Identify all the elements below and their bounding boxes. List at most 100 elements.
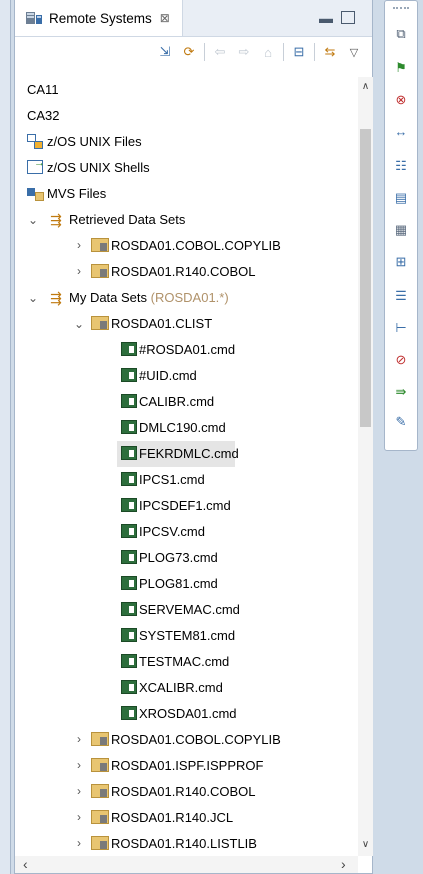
chevron-down-icon[interactable]: ⌄ [73, 317, 85, 331]
new-connection-icon[interactable]: ⇲ [155, 43, 175, 61]
member-row[interactable]: PLOG81.cmd [15, 571, 358, 597]
member-row[interactable]: IPCS1.cmd [15, 467, 358, 493]
scroll-up-icon[interactable]: ∧ [358, 81, 373, 92]
tree-row[interactable]: › ROSDA01.R140.COBOL [15, 259, 358, 285]
hierarchy-icon[interactable]: ⊢ [392, 319, 410, 337]
member-file-icon [121, 394, 137, 408]
tree-item-label: DMLC190.cmd [139, 420, 226, 435]
scrollbar-thumb[interactable] [360, 129, 371, 427]
unix-shells-icon [27, 157, 45, 174]
vertical-scrollbar[interactable]: ∧ ∨ [358, 77, 373, 856]
problems-icon[interactable]: ⊘ [392, 351, 410, 369]
team-icon[interactable]: ⊞ [392, 253, 410, 271]
forward-icon[interactable]: ⇨ [234, 43, 254, 61]
member-row[interactable]: CALIBR.cmd [15, 389, 358, 415]
scroll-left-icon[interactable]: ‹ [23, 856, 28, 872]
tree-item-label: #ROSDA01.cmd [139, 342, 236, 357]
toolbar-separator [204, 43, 205, 61]
member-row-selected[interactable]: FEKRDMLC.cmd [15, 441, 358, 467]
refresh-icon[interactable]: ⟳ [179, 43, 199, 61]
tree-row[interactable]: › ROSDA01.COBOL.COPYLIB [15, 727, 358, 753]
horizontal-scrollbar[interactable]: ‹ › [15, 856, 358, 873]
member-row[interactable]: #ROSDA01.cmd [15, 337, 358, 363]
tree-row[interactable]: MVS Files [15, 181, 358, 207]
partitioned-data-set-icon [91, 758, 109, 772]
partitioned-data-set-icon [91, 264, 109, 278]
chevron-right-icon[interactable]: › [73, 758, 85, 772]
tree-item-label: My Data Sets [69, 290, 148, 305]
member-row[interactable]: TESTMAC.cmd [15, 649, 358, 675]
tree-item-label: CALIBR.cmd [139, 394, 215, 409]
back-icon[interactable]: ⇦ [210, 43, 230, 61]
table-icon[interactable]: ☰ [392, 287, 410, 305]
member-file-icon [121, 342, 137, 356]
tree-item-label: FEKRDMLC.cmd [139, 446, 239, 461]
tree-item-label: CA32 [27, 108, 60, 123]
outline-icon[interactable]: ☷ [392, 157, 410, 175]
tree-item-label: CA11 [27, 82, 59, 97]
task-icon[interactable]: ✎ [392, 413, 410, 431]
member-file-icon [121, 446, 137, 460]
tree-row[interactable]: z/OS UNIX Files [15, 129, 358, 155]
scroll-down-icon[interactable]: ∨ [358, 839, 373, 850]
member-row[interactable]: IPCSV.cmd [15, 519, 358, 545]
chevron-right-icon[interactable]: › [73, 238, 85, 252]
partitioned-data-set-icon [91, 810, 109, 824]
view-menu-icon[interactable]: ▽ [344, 43, 364, 61]
tree-row[interactable]: › ROSDA01.ISPF.ISPPROF [15, 753, 358, 779]
chevron-right-icon[interactable]: › [73, 836, 85, 850]
tree-item-label: XROSDA01.cmd [139, 706, 237, 721]
properties-icon[interactable]: ▤ [392, 189, 410, 207]
maximize-icon[interactable] [341, 11, 355, 24]
console-icon[interactable]: ⇛ [392, 383, 410, 401]
tree-row[interactable]: › ROSDA01.R140.JCL [15, 805, 358, 831]
home-icon[interactable]: ⌂ [258, 43, 278, 61]
tree-row[interactable]: ⌄ ROSDA01.CLIST [15, 311, 358, 337]
partitioned-data-set-icon [91, 316, 109, 330]
member-row[interactable]: PLOG73.cmd [15, 545, 358, 571]
remote-systems-tab[interactable]: Remote Systems ⊠ [15, 0, 183, 36]
chevron-right-icon[interactable]: › [73, 810, 85, 824]
trim-grip[interactable] [393, 7, 409, 11]
chevron-right-icon[interactable]: › [73, 732, 85, 746]
member-row[interactable]: SERVEMAC.cmd [15, 597, 358, 623]
tree-item-label: ROSDA01.R140.COBOL [111, 264, 256, 279]
minimize-icon[interactable]: ▬ [319, 10, 333, 26]
tree-item-label: IPCSV.cmd [139, 524, 205, 539]
tree-item-label: PLOG81.cmd [139, 576, 218, 591]
member-row[interactable]: SYSTEM81.cmd [15, 623, 358, 649]
chevron-right-icon[interactable]: › [73, 264, 85, 278]
compare-icon[interactable]: ↔ [392, 123, 410, 141]
member-row[interactable]: IPCSDEF1.cmd [15, 493, 358, 519]
error-log-icon[interactable]: ⊗ [392, 91, 410, 109]
toolbar-separator [283, 43, 284, 61]
chevron-right-icon[interactable]: › [73, 784, 85, 798]
member-row[interactable]: #UID.cmd [15, 363, 358, 389]
flag-icon[interactable]: ⚑ [392, 59, 410, 77]
tree-row[interactable]: CA11 [15, 77, 358, 103]
tree-row[interactable]: CA32 [15, 103, 358, 129]
tree-item-label: PLOG73.cmd [139, 550, 218, 565]
tree-row[interactable]: › ROSDA01.COBOL.COPYLIB [15, 233, 358, 259]
tree-item-label: IPCS1.cmd [139, 472, 205, 487]
tree-row[interactable]: z/OS UNIX Shells [15, 155, 358, 181]
member-row[interactable]: DMLC190.cmd [15, 415, 358, 441]
tree-item-label: XCALIBR.cmd [139, 680, 223, 695]
tree-row[interactable]: › ROSDA01.R140.LISTLIB [15, 831, 358, 856]
member-row[interactable]: XROSDA01.cmd [15, 701, 358, 727]
member-row[interactable]: XCALIBR.cmd [15, 675, 358, 701]
tree-row[interactable]: ⌄ ⇶ My Data Sets (ROSDA01.*) [15, 285, 358, 311]
remote-systems-icon [26, 12, 42, 24]
close-icon[interactable]: ⊠ [160, 11, 170, 25]
link-with-editor-icon[interactable]: ⇆ [320, 43, 340, 61]
tree-row[interactable]: ⌄ ⇶ Retrieved Data Sets [15, 207, 358, 233]
remote-systems-icon[interactable]: ▦ [392, 221, 410, 239]
tree-row[interactable]: › ROSDA01.R140.COBOL [15, 779, 358, 805]
collapse-all-icon[interactable]: ⊟ [289, 43, 309, 61]
member-file-icon [121, 550, 137, 564]
chevron-down-icon[interactable]: ⌄ [27, 291, 39, 305]
chevron-down-icon[interactable]: ⌄ [27, 213, 39, 227]
tree-item-label: IPCSDEF1.cmd [139, 498, 231, 513]
scroll-right-icon[interactable]: › [341, 856, 346, 872]
restore-icon[interactable]: ⧉ [392, 25, 410, 43]
